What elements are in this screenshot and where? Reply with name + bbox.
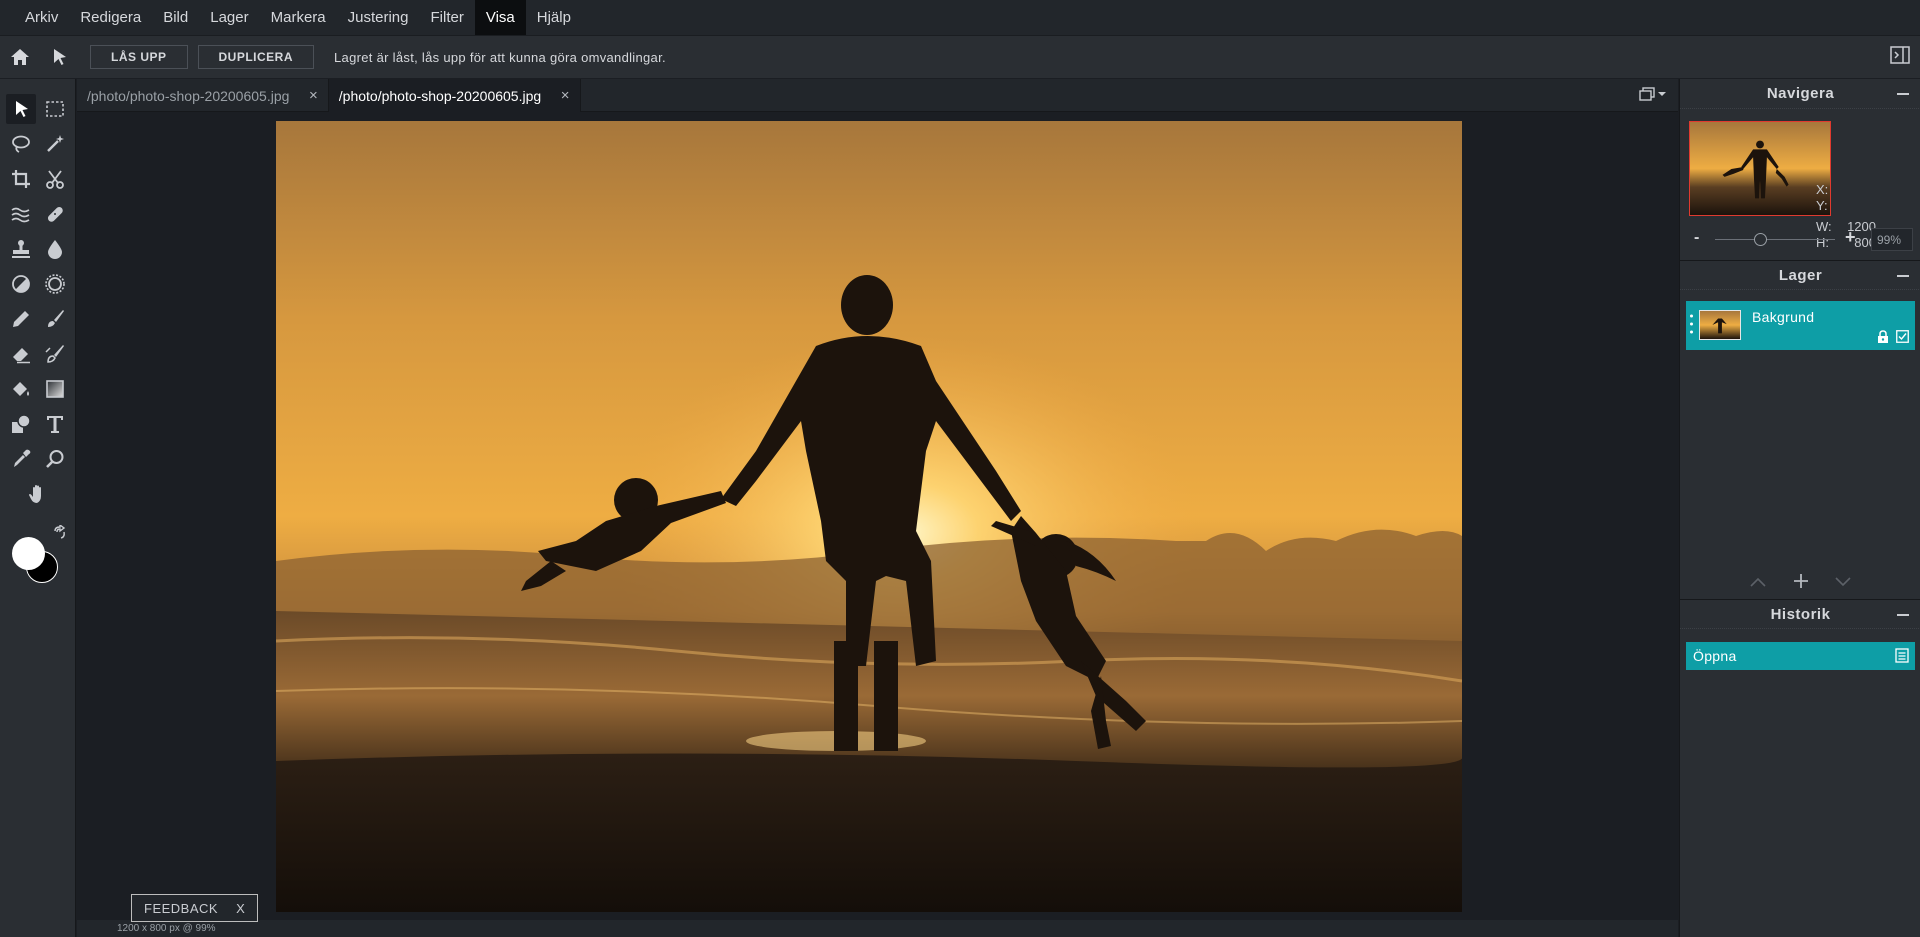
canvas-area[interactable] (77, 113, 1678, 920)
hand-icon[interactable] (23, 479, 53, 509)
zoom-control: - + 99% (1680, 227, 1920, 253)
menu-lager[interactable]: Lager (199, 0, 259, 35)
lock-icon[interactable] (1877, 330, 1889, 344)
scissors-icon[interactable] (40, 164, 70, 194)
navigator-title: Navigera (1766, 85, 1835, 102)
status-bar: 1200 x 800 px @ 99% (77, 920, 1678, 937)
layer-controls (1680, 573, 1920, 593)
zoom-input[interactable]: 99% (1871, 228, 1913, 251)
bandage-icon[interactable] (40, 199, 70, 229)
layer-name: Bakgrund (1752, 309, 1815, 325)
duplicate-button[interactable]: DUPLICERA (197, 45, 315, 69)
beach-sunset-photo (276, 121, 1462, 912)
window-arrange-icon[interactable] (1639, 87, 1666, 101)
nav-y-readout: Y: (1816, 198, 1864, 213)
document-icon (1895, 648, 1909, 663)
menu-justering[interactable]: Justering (337, 0, 420, 35)
minimize-icon[interactable] (1897, 614, 1909, 616)
history-item[interactable]: Öppna (1686, 642, 1915, 670)
sponge-icon[interactable] (40, 269, 70, 299)
eraser-icon[interactable] (6, 339, 36, 369)
dodge-icon[interactable] (6, 269, 36, 299)
nav-x-readout: X: (1816, 182, 1864, 197)
liquify-icon[interactable] (6, 199, 36, 229)
history-header: Historik (1680, 599, 1920, 629)
zoom-in-button[interactable]: + (1845, 227, 1856, 248)
layer-row[interactable]: Bakgrund (1686, 301, 1915, 350)
lasso-icon[interactable] (6, 129, 36, 159)
feedback-button[interactable]: FEEDBACK X (131, 894, 259, 922)
zoom-slider-handle[interactable] (1754, 233, 1768, 246)
nav-x-label: X: (1816, 182, 1829, 197)
close-icon[interactable]: × (309, 87, 318, 104)
foreground-color-swatch[interactable] (12, 537, 45, 570)
menu-bild[interactable]: Bild (152, 0, 199, 35)
toggle-panels-icon[interactable] (1890, 46, 1910, 69)
navigator-thumbnail[interactable] (1689, 121, 1831, 216)
tab-document-2[interactable]: /photo/photo-shop-20200605.jpg × (328, 79, 581, 112)
close-icon[interactable]: × (561, 87, 570, 104)
swap-colors-icon[interactable] (52, 523, 66, 544)
stamp-icon[interactable] (6, 234, 36, 264)
tab-title: /photo/photo-shop-20200605.jpg (87, 87, 290, 104)
menu-arkiv[interactable]: Arkiv (14, 0, 69, 35)
layers-title: Lager (1778, 266, 1823, 284)
drag-handle-icon[interactable] (1690, 314, 1693, 334)
menu-markera[interactable]: Markera (260, 0, 337, 35)
visibility-checkbox-icon[interactable] (1896, 330, 1909, 343)
magic-wand-icon[interactable] (40, 129, 70, 159)
options-bar: LÅS UPP DUPLICERA Lagret är låst, lås up… (0, 35, 1920, 78)
lock-message: Lagret är låst, lås upp för att kunna gö… (334, 49, 666, 65)
minimize-icon[interactable] (1897, 275, 1909, 277)
tool-bar (0, 79, 76, 937)
history-title: Historik (1770, 605, 1831, 623)
menu-hjalp[interactable]: Hjälp (526, 0, 582, 35)
shape-icon[interactable] (6, 409, 36, 439)
add-layer-icon[interactable] (1793, 573, 1809, 589)
menu-filter[interactable]: Filter (420, 0, 475, 35)
tab-title: /photo/photo-shop-20200605.jpg (338, 87, 542, 104)
move-icon[interactable] (6, 94, 36, 124)
zoom-icon[interactable] (40, 444, 70, 474)
feedback-close-button[interactable]: X (236, 901, 245, 916)
image-info: 1200 x 800 px @ 99% (117, 923, 216, 934)
bucket-icon[interactable] (6, 374, 36, 404)
layers-header: Lager (1680, 260, 1920, 290)
replace-color-icon[interactable] (40, 339, 70, 369)
zoom-out-button[interactable]: - (1694, 229, 1699, 247)
brush-icon[interactable] (40, 304, 70, 334)
text-icon[interactable] (40, 409, 70, 439)
menu-bar: Arkiv Redigera Bild Lager Markera Juster… (0, 0, 1920, 35)
chevron-down-icon[interactable] (1835, 577, 1851, 587)
home-icon[interactable] (0, 36, 40, 79)
history-item-label: Öppna (1693, 648, 1737, 664)
pencil-icon[interactable] (6, 304, 36, 334)
nav-y-label: Y: (1816, 198, 1828, 213)
unlock-button[interactable]: LÅS UPP (90, 45, 188, 69)
right-panel: Navigera X: Y: W: 1200 H: 800 - + 99% La… (1679, 79, 1920, 937)
crop-icon[interactable] (6, 164, 36, 194)
menu-redigera[interactable]: Redigera (69, 0, 152, 35)
document-tabs: /photo/photo-shop-20200605.jpg × /photo/… (77, 79, 1678, 112)
chevron-up-icon[interactable] (1750, 577, 1766, 587)
eyedropper-icon[interactable] (6, 444, 36, 474)
minimize-icon[interactable] (1897, 93, 1909, 95)
layer-thumbnail (1699, 310, 1741, 340)
feedback-label: FEEDBACK (144, 900, 219, 916)
navigator-header: Navigera (1680, 79, 1920, 109)
photo-editor-app: Arkiv Redigera Bild Lager Markera Juster… (0, 0, 1920, 937)
rect-select-icon[interactable] (40, 94, 70, 124)
zoom-slider-track[interactable] (1715, 239, 1835, 240)
tab-document-1[interactable]: /photo/photo-shop-20200605.jpg × (77, 79, 329, 112)
menu-visa[interactable]: Visa (474, 0, 526, 35)
move-tool-icon (40, 36, 80, 79)
gradient-icon[interactable] (40, 374, 70, 404)
blur-drop-icon[interactable] (40, 234, 70, 264)
